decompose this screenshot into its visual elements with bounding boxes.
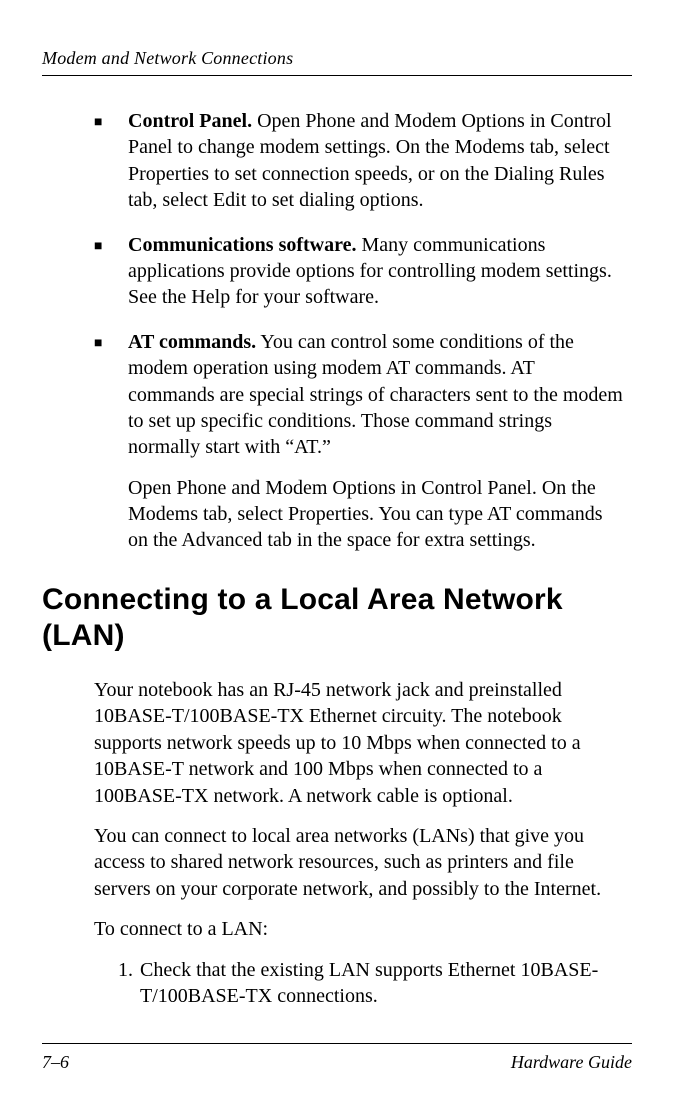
bullet-square-icon: ■ — [94, 108, 128, 136]
ordered-number: 1. — [118, 957, 140, 1010]
bullet-square-icon: ■ — [94, 232, 128, 260]
bullet-text: Communications software. Many communicat… — [128, 232, 624, 311]
ordered-list: 1. Check that the existing LAN supports … — [94, 957, 624, 1010]
ordered-item: 1. Check that the existing LAN supports … — [118, 957, 624, 1010]
bullet-square-icon: ■ — [94, 329, 128, 357]
footer-title: Hardware Guide — [511, 1052, 632, 1073]
ordered-text: Check that the existing LAN supports Eth… — [140, 957, 624, 1010]
section-heading: Connecting to a Local Area Network (LAN) — [42, 582, 624, 655]
bullet-bold: Communications software. — [128, 234, 357, 256]
bullet-bold: Control Panel. — [128, 110, 252, 132]
bullet-text: Control Panel. Open Phone and Modem Opti… — [128, 108, 624, 214]
page-number: 7–6 — [42, 1052, 69, 1073]
paragraph: You can connect to local area networks (… — [94, 823, 624, 902]
page-content: ■ Control Panel. Open Phone and Modem Op… — [42, 108, 632, 1009]
bullet-text: AT commands. You can control some condit… — [128, 329, 624, 461]
bullet-bold: AT commands. — [128, 331, 256, 353]
paragraph: Your notebook has an RJ-45 network jack … — [94, 677, 624, 809]
bullet-item: ■ AT commands. You can control some cond… — [94, 329, 624, 554]
running-head: Modem and Network Connections — [42, 48, 632, 76]
paragraph: To connect to a LAN: — [94, 916, 624, 942]
bullet-follow-paragraph: Open Phone and Modem Options in Control … — [128, 475, 624, 554]
page-footer: 7–6 Hardware Guide — [42, 1043, 632, 1073]
bullet-item: ■ Control Panel. Open Phone and Modem Op… — [94, 108, 624, 214]
bullet-item: ■ Communications software. Many communic… — [94, 232, 624, 311]
